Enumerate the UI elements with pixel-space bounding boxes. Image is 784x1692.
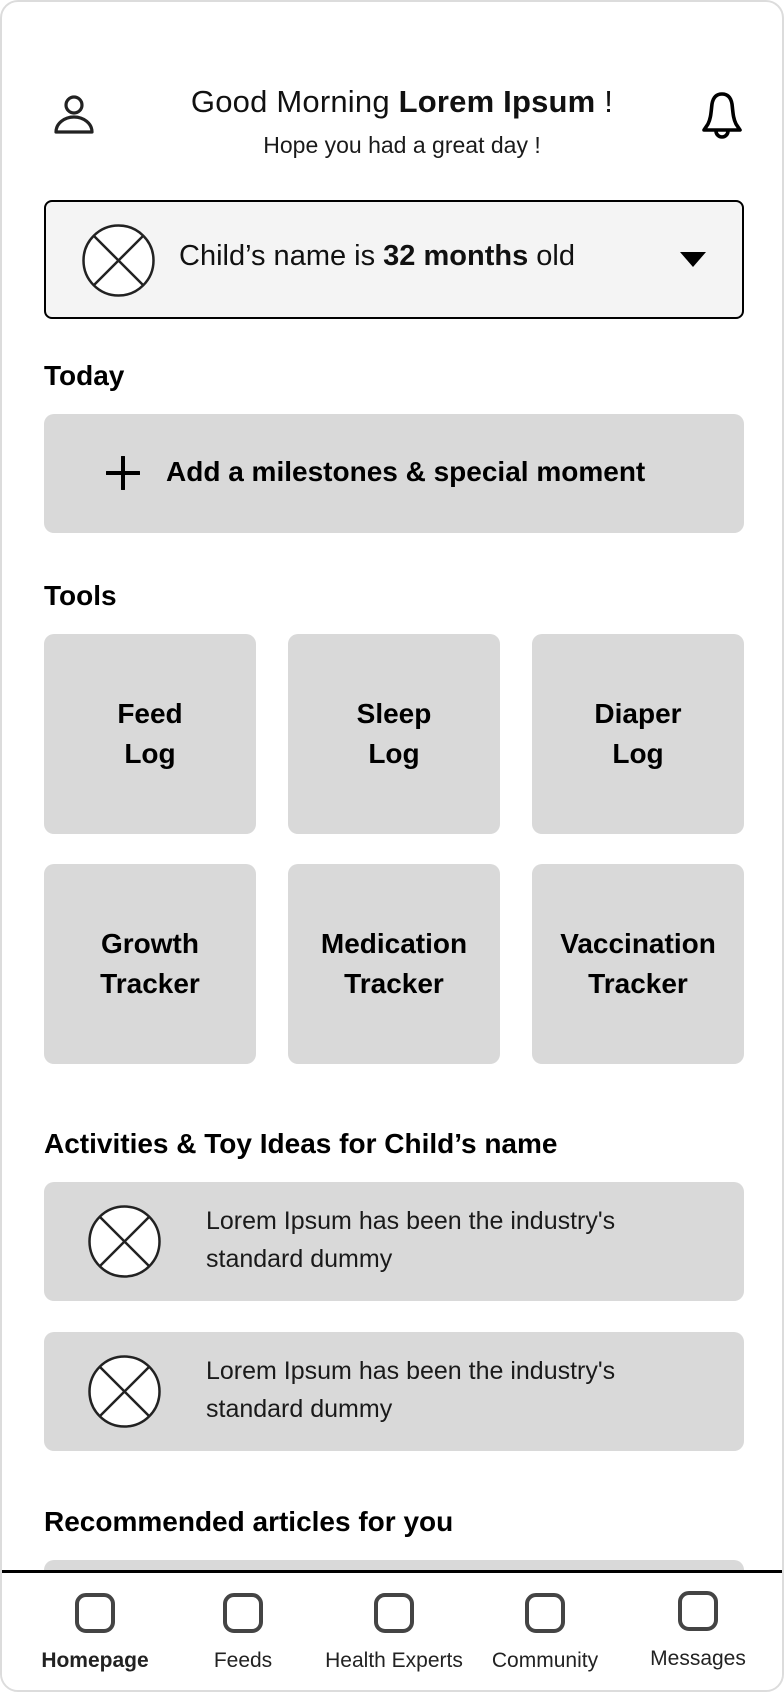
image-placeholder-icon bbox=[88, 1205, 161, 1278]
tool-label-line2: Log bbox=[124, 738, 176, 769]
tool-label-line1: Diaper bbox=[594, 698, 682, 729]
health-experts-icon bbox=[374, 1593, 414, 1633]
tool-label-line2: Log bbox=[612, 738, 664, 769]
activity-item[interactable]: Lorem Ipsum has been the industry's stan… bbox=[44, 1182, 744, 1301]
tool-label-line1: Growth bbox=[100, 928, 199, 959]
activities-heading: Activities & Toy Ideas for Child’s name bbox=[44, 1128, 558, 1159]
greeting-title: Good Morning Lorem Ipsum ! bbox=[122, 84, 682, 120]
notification-bell-icon[interactable] bbox=[698, 88, 746, 144]
bottom-nav: Homepage Feeds Health Experts Community … bbox=[2, 1570, 782, 1690]
child-name-prefix: Child’s name is bbox=[179, 240, 384, 272]
activity-item[interactable]: Lorem Ipsum has been the industry's stan… bbox=[44, 1332, 744, 1451]
child-age: 32 months bbox=[383, 240, 529, 272]
nav-feeds[interactable]: Feeds bbox=[165, 1573, 321, 1690]
plus-icon bbox=[106, 456, 140, 490]
tool-feed-log[interactable]: Feed Log bbox=[44, 634, 256, 834]
greeting-subtitle: Hope you had a great day ! bbox=[263, 132, 541, 158]
activity-text: Lorem Ipsum has been the industry's stan… bbox=[206, 1357, 616, 1423]
tool-medication-tracker[interactable]: Medication Tracker bbox=[288, 864, 500, 1064]
child-age-text: Child’s name is 32 months old bbox=[179, 240, 575, 273]
tool-vaccination-tracker[interactable]: Vaccination Tracker bbox=[532, 864, 744, 1064]
nav-health-experts[interactable]: Health Experts bbox=[316, 1573, 472, 1690]
profile-icon[interactable] bbox=[50, 92, 98, 140]
app-screen: Good Morning Lorem Ipsum ! Hope you had … bbox=[0, 0, 784, 1692]
tool-label-line1: Feed bbox=[117, 698, 183, 729]
tool-growth-tracker[interactable]: Growth Tracker bbox=[44, 864, 256, 1064]
child-avatar-placeholder-icon bbox=[82, 224, 155, 297]
nav-label: Feeds bbox=[213, 1649, 273, 1672]
tool-diaper-log[interactable]: Diaper Log bbox=[532, 634, 744, 834]
tool-label-line1: Medication bbox=[320, 928, 468, 959]
nav-label: Health Experts bbox=[325, 1649, 463, 1672]
user-name: Lorem Ipsum bbox=[398, 84, 596, 119]
nav-label: Community bbox=[491, 1649, 599, 1672]
today-heading: Today bbox=[44, 360, 125, 391]
messages-icon bbox=[678, 1591, 718, 1631]
tool-sleep-log[interactable]: Sleep Log bbox=[288, 634, 500, 834]
activity-text: Lorem Ipsum has been the industry's stan… bbox=[206, 1207, 616, 1273]
tool-label-line2: Tracker bbox=[588, 968, 688, 999]
nav-label: Messages bbox=[650, 1647, 746, 1670]
add-milestone-button[interactable]: Add a milestones & special moment bbox=[44, 414, 744, 533]
tool-label-line1: Vaccination bbox=[560, 928, 716, 959]
tool-label-line1: Sleep bbox=[356, 698, 432, 729]
nav-label: Homepage bbox=[41, 1649, 149, 1672]
child-age-suffix: old bbox=[528, 240, 575, 272]
caret-down-icon[interactable] bbox=[680, 252, 706, 267]
add-milestone-label: Add a milestones & special moment bbox=[166, 456, 646, 487]
community-icon bbox=[525, 1593, 565, 1633]
feeds-icon bbox=[223, 1593, 263, 1633]
greeting-suffix: ! bbox=[595, 84, 614, 119]
tools-heading: Tools bbox=[44, 580, 117, 611]
greeting-prefix: Good Morning bbox=[190, 84, 399, 119]
tool-label-line2: Tracker bbox=[100, 968, 200, 999]
tool-label-line2: Tracker bbox=[344, 968, 444, 999]
articles-heading: Recommended articles for you bbox=[44, 1506, 454, 1537]
nav-community[interactable]: Community bbox=[467, 1573, 623, 1690]
tool-label-line2: Log bbox=[368, 738, 420, 769]
homepage-icon bbox=[75, 1593, 115, 1633]
child-age-selector[interactable]: Child’s name is 32 months old bbox=[44, 200, 744, 319]
nav-messages[interactable]: Messages bbox=[620, 1571, 776, 1690]
nav-homepage[interactable]: Homepage bbox=[17, 1573, 173, 1690]
image-placeholder-icon bbox=[88, 1355, 161, 1428]
